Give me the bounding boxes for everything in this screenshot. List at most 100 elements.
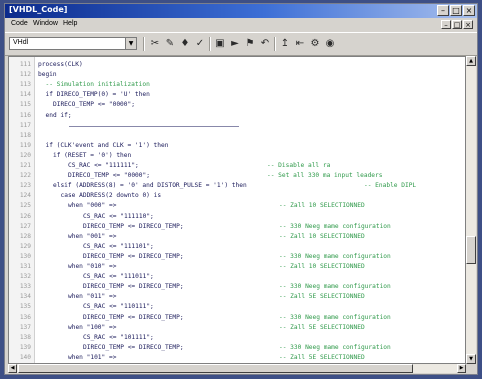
menu-code[interactable]: Code: [11, 20, 28, 27]
jump-icon[interactable]: ⇤: [293, 37, 307, 51]
undo-icon[interactable]: ↶: [258, 37, 272, 51]
code-comment: -- Enable DIPL: [364, 182, 417, 190]
code-line[interactable]: 115 DIRECO_TEMP <= "0000";: [9, 100, 465, 110]
code-line[interactable]: 113 -- Simulation initialization: [9, 80, 465, 90]
line-number: 139: [19, 343, 31, 351]
line-number: 119: [19, 141, 31, 149]
line-number: 112: [19, 71, 31, 79]
code-comment: -- 330 Neeg mame configuration: [279, 222, 391, 230]
caption-buttons: – □ ×: [437, 5, 475, 16]
pencil-icon[interactable]: ✎: [163, 37, 177, 51]
code-line[interactable]: 119 if (CLK'event and CLK = '1') then: [9, 141, 465, 151]
scroll-left-icon[interactable]: ◀: [8, 364, 17, 373]
code-text: CS_RAC <= "101111";: [83, 333, 154, 341]
line-number: 120: [19, 151, 31, 159]
code-line[interactable]: 137 when "100" => -- Zall 5E SELECTIONNED: [9, 323, 465, 333]
frame-icon[interactable]: ▣: [213, 37, 227, 51]
mdi-close-button[interactable]: ×: [463, 20, 473, 29]
bookmark-icon[interactable]: ⚑: [243, 37, 257, 51]
code-comment: -- Simulation initialization: [45, 81, 150, 89]
check-icon[interactable]: ✓: [193, 37, 207, 51]
line-number: 116: [19, 111, 31, 119]
vertical-scrollbar[interactable]: ▲ ▼: [466, 56, 476, 364]
arrow-right-icon[interactable]: ►: [228, 37, 242, 51]
maximize-button[interactable]: □: [450, 5, 462, 16]
vertical-scroll-thumb[interactable]: [466, 236, 476, 264]
scroll-up-icon[interactable]: ▲: [466, 56, 476, 66]
language-combo[interactable]: VHdl ▼: [9, 37, 137, 50]
menu-help[interactable]: Help: [63, 20, 77, 27]
line-number: 118: [19, 131, 31, 139]
code-line[interactable]: 123 elsif (ADDRESS(8) = '0' and DISTOR_PU…: [9, 181, 465, 191]
code-line[interactable]: 133 DIRECO_TEMP <= DIRECO_TEMP; -- 330 Nee…: [9, 282, 465, 292]
minimize-button[interactable]: –: [437, 5, 449, 16]
scroll-down-icon[interactable]: ▼: [466, 354, 476, 364]
mdi-minimize-button[interactable]: –: [441, 20, 451, 29]
code-line[interactable]: 122 DIRECO_TEMP <= "0000"; -- Set all 330 …: [9, 171, 465, 181]
code-text: when "000" =>: [68, 202, 117, 210]
code-line[interactable]: 116 end if;: [9, 111, 465, 121]
code-line[interactable]: 127 DIRECO_TEMP <= DIRECO_TEMP; -- 330 Nee…: [9, 222, 465, 232]
code-comment: -- Zall 5E SELECTIONNED: [279, 353, 365, 361]
code-line[interactable]: 120 if (RESET = '0') then: [9, 151, 465, 161]
code-text: if DIRECO_TEMP(0) = 'U' then: [45, 91, 150, 99]
code-text: if (RESET = '0') then: [53, 151, 132, 159]
scissors-icon[interactable]: ✂: [148, 37, 162, 51]
settings-icon[interactable]: ⚙: [308, 37, 322, 51]
code-line[interactable]: 117: [9, 121, 465, 131]
code-line[interactable]: 130 DIRECO_TEMP <= DIRECO_TEMP; -- 330 Nee…: [9, 252, 465, 262]
code-line[interactable]: 111 process(CLK): [9, 60, 465, 70]
code-editor[interactable]: 111 process(CLK) 112 begin 113 -- Simulation …: [8, 56, 466, 364]
code-comment: -- Set all 330 ma input leaders: [267, 172, 383, 180]
code-line[interactable]: 118: [9, 131, 465, 141]
title-bar[interactable]: [VHDL_Code] – □ ×: [5, 4, 477, 18]
code-text: process(CLK): [38, 61, 83, 68]
code-text: CS_RAC <= "110111";: [83, 303, 154, 311]
language-combo-value: VHdl: [13, 39, 29, 46]
toolbar-separator: [209, 37, 211, 51]
chevron-down-icon[interactable]: ▼: [125, 38, 136, 49]
code-line[interactable]: 131 when "010" => -- Zall 10 SELECTIONNED: [9, 262, 465, 272]
code-line[interactable]: 139 DIRECO_TEMP <= DIRECO_TEMP; -- 330 Nee…: [9, 343, 465, 353]
horizontal-scrollbar[interactable]: ◀ ▶: [8, 364, 466, 373]
code-text: DIRECO_TEMP <= "0000";: [53, 101, 135, 109]
code-line[interactable]: 114 if DIRECO_TEMP(0) = 'U' then: [9, 90, 465, 100]
code-text: case ADDRESS(2 downto 0) is: [60, 192, 162, 200]
line-number: 127: [19, 222, 31, 230]
code-text: CS_RAC <= "111111";: [68, 162, 139, 169]
code-line[interactable]: 135 CS_RAC <= "110111";: [9, 302, 465, 312]
line-number: 138: [19, 333, 31, 341]
mdi-restore-button[interactable]: □: [452, 20, 462, 29]
code-line[interactable]: 112 begin: [9, 70, 465, 80]
help-icon[interactable]: ◉: [323, 37, 337, 51]
line-number: 117: [19, 121, 31, 129]
line-number: 128: [19, 232, 31, 240]
code-line[interactable]: 136 DIRECO_TEMP <= DIRECO_TEMP; -- 330 Nee…: [9, 313, 465, 323]
window-title: [VHDL_Code]: [9, 5, 68, 14]
code-line[interactable]: 128 when "001" => -- Zall 10 SELECTIONNED: [9, 232, 465, 242]
toolbar: VHdl ▼ ✂ ✎ ♦ ✓ ▣ ► ⚑ ↶ ↥ ⇤ ⚙ ◉: [5, 32, 477, 56]
code-comment: -- Zall 10 SELECTIONNED: [279, 202, 365, 210]
code-comment: -- Disable all ra: [267, 162, 331, 169]
scroll-right-icon[interactable]: ▶: [457, 364, 466, 373]
code-comment: -- 330 Neeg mame configuration: [279, 343, 391, 351]
code-line[interactable]: 134 when "011" => -- Zall 5E SELECTIONNED: [9, 292, 465, 302]
code-line[interactable]: 124 case ADDRESS(2 downto 0) is: [9, 191, 465, 201]
close-button[interactable]: ×: [463, 5, 475, 16]
code-comment: -- Zall 5E SELECTIONNED: [279, 323, 365, 331]
code-text: end if;: [45, 111, 72, 119]
code-line[interactable]: 140 when "101" => -- Zall 5E SELECTIONNED: [9, 353, 465, 363]
code-line[interactable]: 129 CS_RAC <= "111101";: [9, 242, 465, 252]
code-text: when "001" =>: [68, 232, 117, 240]
line-number: 135: [19, 303, 31, 311]
upload-icon[interactable]: ↥: [278, 37, 292, 51]
code-line[interactable]: 125 when "000" => -- Zall 10 SELECTIONNED: [9, 201, 465, 211]
code-line[interactable]: 126 CS_RAC <= "111110";: [9, 212, 465, 222]
code-line[interactable]: 121 CS_RAC <= "111111"; -- Disable all ra: [9, 161, 465, 171]
code-line[interactable]: 132 CS_RAC <= "111011";: [9, 272, 465, 282]
horizontal-scroll-thumb[interactable]: [18, 364, 413, 373]
line-number: 130: [19, 252, 31, 260]
paint-icon[interactable]: ♦: [178, 37, 192, 51]
menu-window[interactable]: Window: [33, 20, 58, 27]
code-line[interactable]: 138 CS_RAC <= "101111";: [9, 333, 465, 343]
